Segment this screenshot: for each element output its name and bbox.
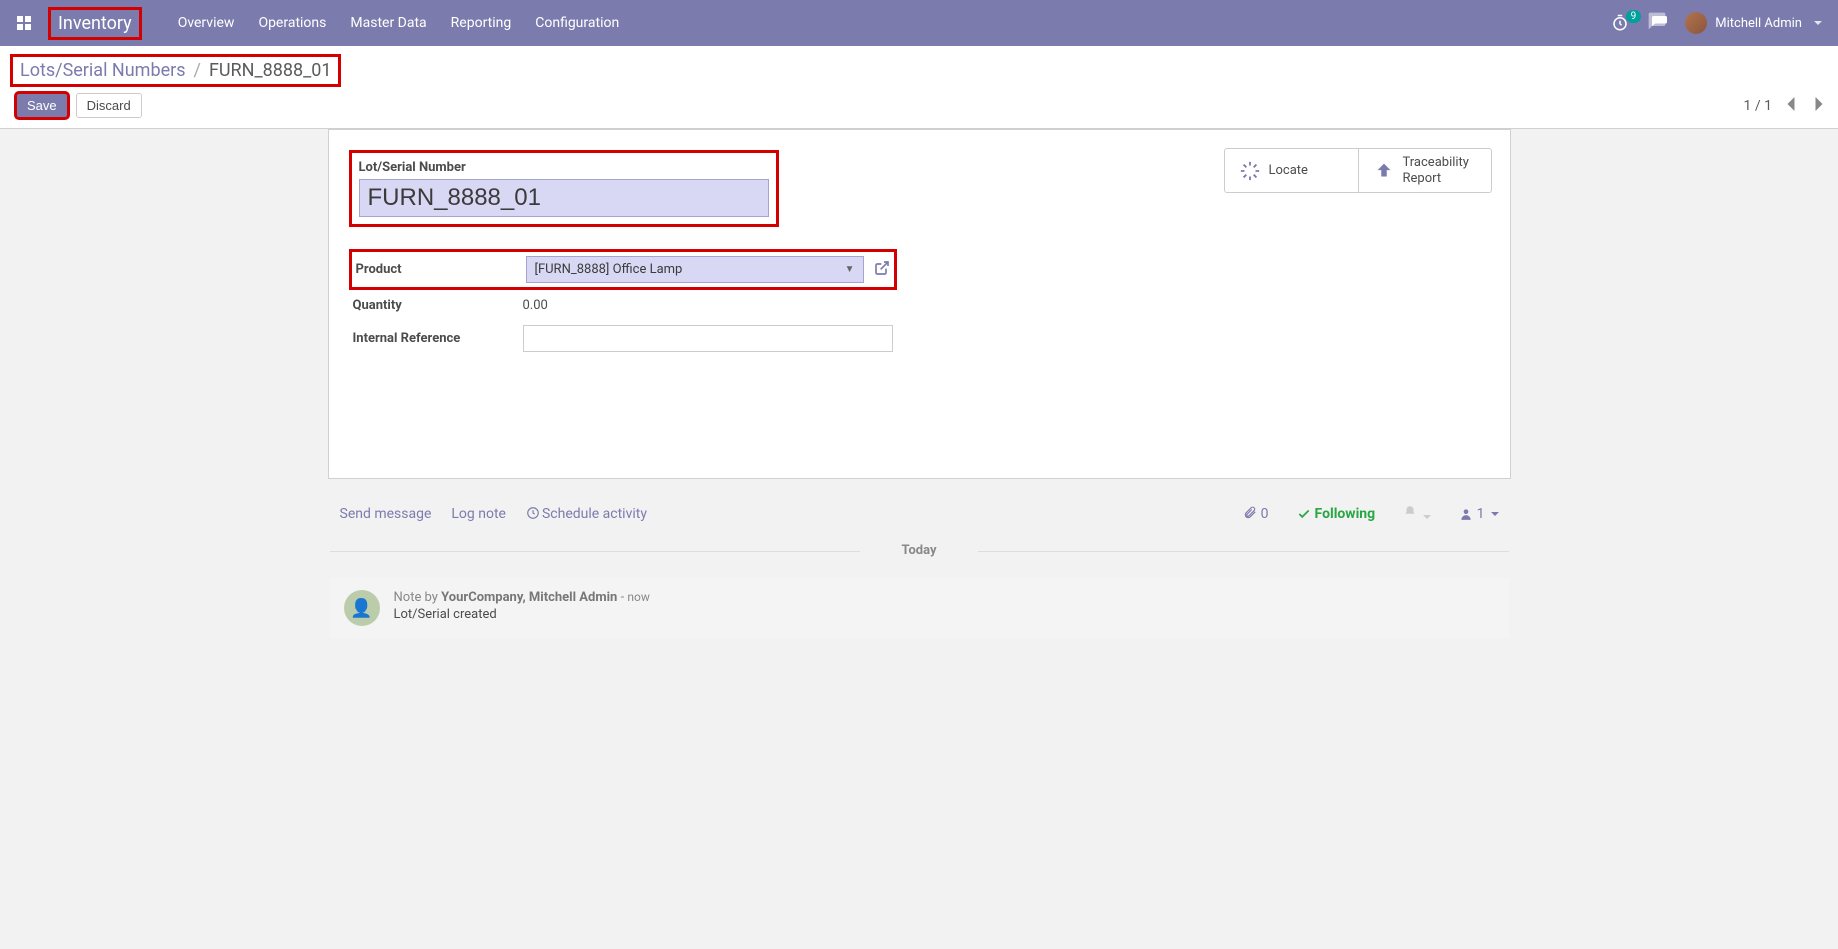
field-product: Product [FURN_8888] Office Lamp ▼ — [353, 253, 893, 286]
breadcrumb-parent[interactable]: Lots/Serial Numbers — [20, 60, 186, 81]
nav-operations[interactable]: Operations — [258, 15, 326, 31]
user-menu[interactable]: Mitchell Admin — [1685, 12, 1822, 34]
messages-icon[interactable] — [1647, 11, 1667, 35]
chevron-down-icon — [1491, 512, 1499, 516]
external-link-icon[interactable] — [874, 260, 890, 280]
product-label: Product — [356, 262, 526, 277]
user-name: Mitchell Admin — [1715, 16, 1802, 31]
following-toggle[interactable]: Following — [1297, 506, 1376, 522]
statbtn-trace-l2: Report — [1403, 171, 1469, 187]
pager-counter: 1 / 1 — [1744, 98, 1772, 114]
nav-reporting[interactable]: Reporting — [451, 15, 512, 31]
quantity-label: Quantity — [353, 298, 523, 313]
save-button[interactable]: Save — [16, 93, 68, 118]
statbtn-traceability[interactable]: Traceability Report — [1358, 149, 1491, 192]
product-select[interactable]: [FURN_8888] Office Lamp ▼ — [526, 256, 864, 283]
app-brand[interactable]: Inventory — [52, 11, 138, 36]
note-entry: 👤 Note by YourCompany, Mitchell Admin - … — [330, 578, 1509, 638]
pager-prev[interactable] — [1782, 95, 1800, 117]
breadcrumb-current: FURN_8888_01 — [209, 60, 332, 81]
avatar — [1685, 12, 1707, 34]
chatter-log[interactable]: Log note — [451, 506, 506, 522]
note-avatar: 👤 — [344, 590, 380, 626]
timer-icon[interactable]: 9 — [1611, 14, 1629, 32]
field-quantity: Quantity 0.00 — [353, 298, 893, 313]
nav-configuration[interactable]: Configuration — [535, 15, 619, 31]
timer-badge: 9 — [1626, 10, 1642, 23]
ref-input[interactable] — [523, 325, 893, 352]
field-internal-ref: Internal Reference — [353, 325, 893, 352]
quantity-value: 0.00 — [523, 298, 548, 313]
statbtn-trace-l1: Traceability — [1403, 155, 1469, 171]
title-label: Lot/Serial Number — [359, 160, 769, 175]
ref-label: Internal Reference — [353, 331, 523, 346]
nav-master-data[interactable]: Master Data — [350, 15, 426, 31]
statbtn-locate[interactable]: Locate — [1225, 149, 1358, 192]
bell-icon[interactable] — [1403, 505, 1430, 523]
chatter-schedule[interactable]: Schedule activity — [526, 506, 647, 522]
product-value: [FURN_8888] Office Lamp — [535, 262, 683, 277]
breadcrumb-sep: / — [194, 60, 201, 81]
attachments-count[interactable]: 0 — [1243, 506, 1268, 522]
nav-overview[interactable]: Overview — [178, 15, 235, 31]
discard-button[interactable]: Discard — [76, 93, 142, 118]
chevron-down-icon — [1423, 515, 1431, 519]
chevron-down-icon — [1814, 21, 1822, 25]
chevron-down-icon: ▼ — [845, 264, 855, 275]
statbtn-locate-label: Locate — [1269, 163, 1308, 179]
pager-next[interactable] — [1810, 95, 1828, 117]
chatter-date: Today — [330, 543, 1509, 558]
apps-icon[interactable] — [16, 15, 32, 31]
followers-count[interactable]: 1 — [1459, 506, 1499, 522]
chatter-send[interactable]: Send message — [340, 506, 432, 522]
note-body: Lot/Serial created — [394, 607, 650, 622]
title-input[interactable] — [359, 179, 769, 217]
